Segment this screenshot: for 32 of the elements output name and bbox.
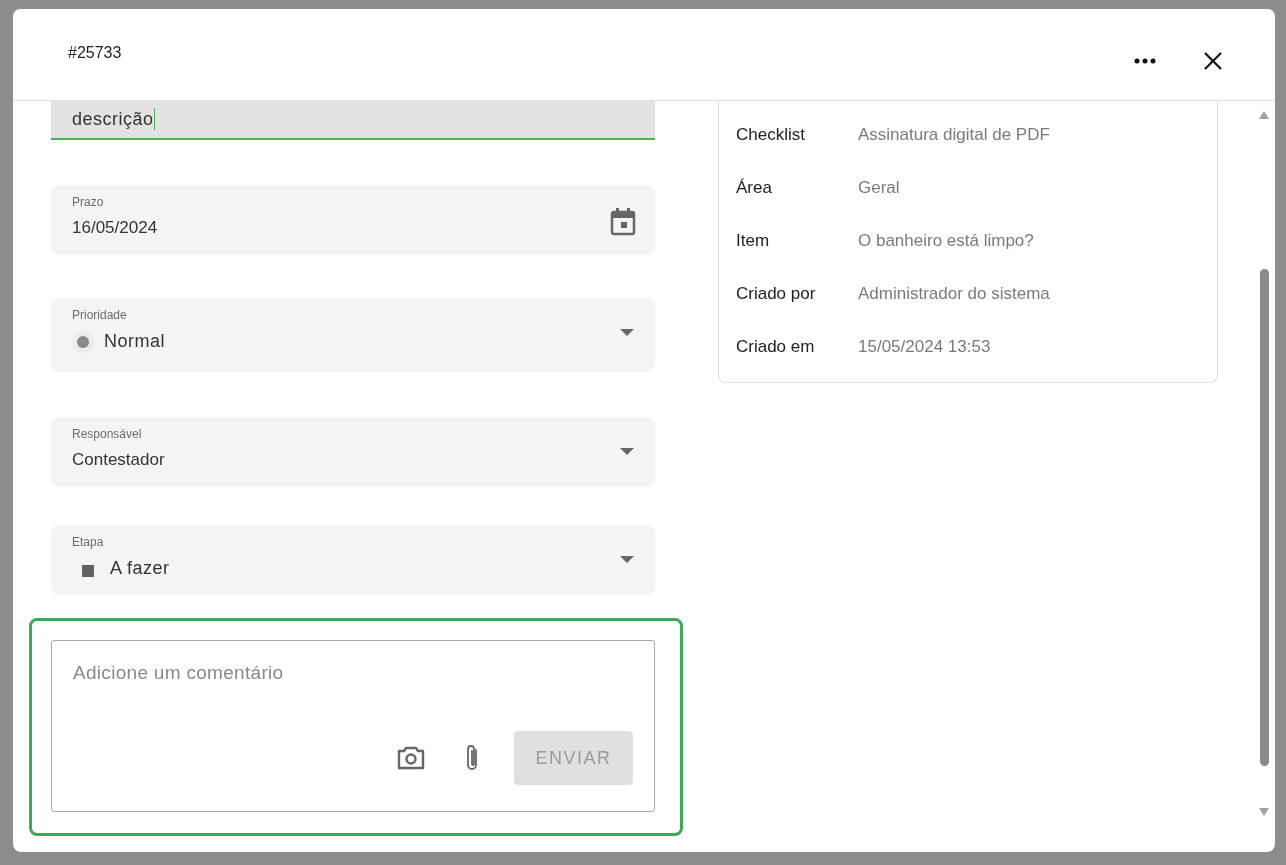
scroll-up-icon[interactable]	[1259, 111, 1269, 119]
detail-label: Criado em	[736, 336, 816, 359]
field-label: Prazo	[72, 195, 105, 209]
detail-value: O banheiro está limpo?	[858, 230, 1034, 253]
detail-label: Área	[736, 177, 773, 200]
select-field[interactable]: Etapa A fazer	[51, 525, 655, 595]
dropdown-caret-icon[interactable]	[620, 556, 634, 563]
detail-value: Assinatura digital de PDF	[858, 124, 1050, 147]
field-label: Responsável	[72, 427, 143, 441]
description-field[interactable]: descrição	[51, 101, 655, 140]
dialog-title: #25733	[68, 43, 122, 63]
detail-label: Item	[736, 230, 771, 253]
field-value: A fazer	[110, 557, 170, 580]
calendar-icon[interactable]	[610, 208, 636, 236]
detail-label: Criado por	[736, 283, 817, 306]
camera-icon[interactable]	[397, 746, 425, 770]
detail-value: Geral	[858, 177, 900, 200]
scroll-down-icon[interactable]	[1259, 808, 1269, 816]
detail-label: Checklist	[736, 124, 806, 147]
select-field[interactable]: Prioridade Normal	[51, 298, 655, 372]
detail-value: 15/05/2024 13:53	[858, 336, 991, 359]
scrollbar-thumb[interactable]	[1259, 269, 1269, 766]
field-value: Contestador	[72, 449, 165, 471]
detail-value: Administrador do sistema	[858, 283, 1050, 306]
field-value: 16/05/2024	[72, 217, 158, 239]
dropdown-caret-icon[interactable]	[620, 448, 634, 455]
field-value: Normal	[104, 330, 165, 353]
field-label: Prioridade	[72, 308, 128, 322]
field-label: Etapa	[72, 535, 105, 549]
select-field[interactable]: Responsável Contestador	[51, 417, 655, 487]
dropdown-caret-icon[interactable]	[620, 329, 634, 336]
date-field[interactable]: Prazo 16/05/2024	[51, 185, 655, 255]
